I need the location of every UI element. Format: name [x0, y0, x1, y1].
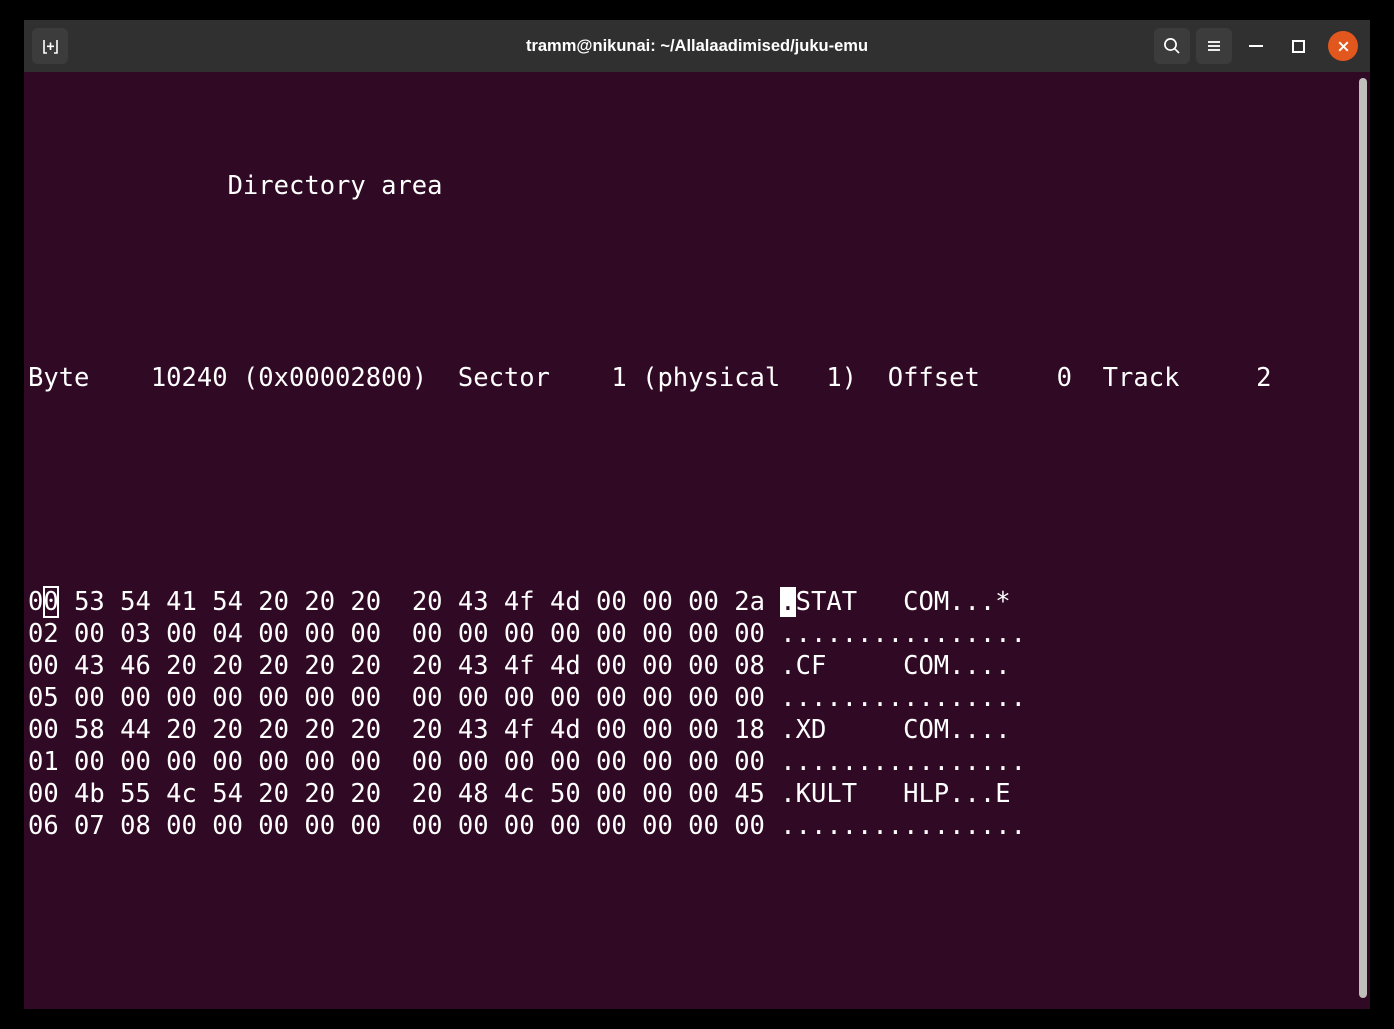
- hex-ascii-gap: [765, 811, 780, 841]
- minimize-icon: [1249, 45, 1263, 47]
- hex-dump-row: 00 43 46 20 20 20 20 20 20 43 4f 4d 00 0…: [28, 650, 1272, 682]
- scrollbar-thumb[interactable]: [1359, 78, 1367, 998]
- ascii-text: STAT COM...*: [795, 587, 1011, 617]
- hex-bytes: 53 54 41 54 20 20 20 20 43 4f 4d 00 00 0…: [58, 587, 765, 617]
- hex-dump-row: 01 00 00 00 00 00 00 00 00 00 00 00 00 0…: [28, 746, 1272, 778]
- hex-ascii-gap: [765, 619, 780, 649]
- terminal-window: tramm@nikunai: ~/Allalaadimised/juku-emu: [24, 20, 1370, 1009]
- hex-ascii-gap: [765, 683, 780, 713]
- terminal-text-buffer: Directory area Byte 10240 (0x00002800) S…: [28, 74, 1272, 1009]
- maximize-button[interactable]: [1280, 28, 1316, 64]
- ascii-text: ................: [780, 747, 1026, 777]
- status-line: Byte 10240 (0x00002800) Sector 1 (physic…: [28, 363, 1272, 393]
- ascii-text: ................: [780, 619, 1026, 649]
- search-button[interactable]: [1154, 28, 1190, 64]
- hex-dump-row: 05 00 00 00 00 00 00 00 00 00 00 00 00 0…: [28, 682, 1272, 714]
- hex-ascii-gap: [765, 715, 780, 745]
- hex-bytes: 00 58 44 20 20 20 20 20 20 43 4f 4d 00 0…: [28, 715, 765, 745]
- hex-ascii-gap: [765, 651, 780, 681]
- hex-bytes: 00 43 46 20 20 20 20 20 20 43 4f 4d 00 0…: [28, 651, 765, 681]
- window-titlebar: tramm@nikunai: ~/Allalaadimised/juku-emu: [24, 20, 1370, 72]
- hex-ascii-gap: [765, 747, 780, 777]
- new-tab-icon: [42, 39, 58, 54]
- hex-ascii-gap: [765, 779, 780, 809]
- search-icon: [1164, 38, 1180, 54]
- ascii-text: ................: [780, 811, 1026, 841]
- hex-dump-row: 00 4b 55 4c 54 20 20 20 20 48 4c 50 00 0…: [28, 778, 1272, 810]
- hex-bytes: 05 00 00 00 00 00 00 00 00 00 00 00 00 0…: [28, 683, 765, 713]
- ascii-text: .KULT HLP...E: [780, 779, 1011, 809]
- hex-bytes: 06 07 08 00 00 00 00 00 00 00 00 00 00 0…: [28, 811, 765, 841]
- hex-bytes: 02 00 03 00 04 00 00 00 00 00 00 00 00 0…: [28, 619, 765, 649]
- new-tab-button[interactable]: [32, 28, 68, 64]
- hex-dump-row: 02 00 03 00 04 00 00 00 00 00 00 00 00 0…: [28, 618, 1272, 650]
- hex-ascii-gap: [765, 587, 780, 617]
- hex-dump: 00 53 54 41 54 20 20 20 20 43 4f 4d 00 0…: [28, 586, 1272, 842]
- hex-dump-row: 00 58 44 20 20 20 20 20 20 43 4f 4d 00 0…: [28, 714, 1272, 746]
- hex-bytes: 00 4b 55 4c 54 20 20 20 20 48 4c 50 00 0…: [28, 779, 765, 809]
- screen-title-line: Directory area: [28, 171, 443, 201]
- titlebar-controls: [1154, 28, 1364, 64]
- hex-bytes: 01 00 00 00 00 00 00 00 00 00 00 00 00 0…: [28, 747, 765, 777]
- close-icon: [1338, 41, 1348, 51]
- menu-button[interactable]: [1196, 28, 1232, 64]
- ascii-cursor-cell: .: [780, 587, 796, 617]
- minimize-button[interactable]: [1238, 28, 1274, 64]
- ascii-text: .CF COM....: [780, 651, 1011, 681]
- terminal-scrollbar[interactable]: [1356, 72, 1370, 1009]
- close-button[interactable]: [1328, 31, 1358, 61]
- ascii-text: ................: [780, 683, 1026, 713]
- hamburger-menu-icon: [1208, 41, 1220, 51]
- hex-dump-row: 06 07 08 00 00 00 00 00 00 00 00 00 00 0…: [28, 810, 1272, 842]
- maximize-icon: [1291, 39, 1305, 53]
- hex-cursor-box: 0: [43, 587, 59, 617]
- hex-bytes: 0: [28, 587, 44, 617]
- terminal-screen[interactable]: Directory area Byte 10240 (0x00002800) S…: [24, 72, 1370, 1009]
- hex-dump-row: 00 53 54 41 54 20 20 20 20 43 4f 4d 00 0…: [28, 586, 1272, 618]
- ascii-text: .XD COM....: [780, 715, 1011, 745]
